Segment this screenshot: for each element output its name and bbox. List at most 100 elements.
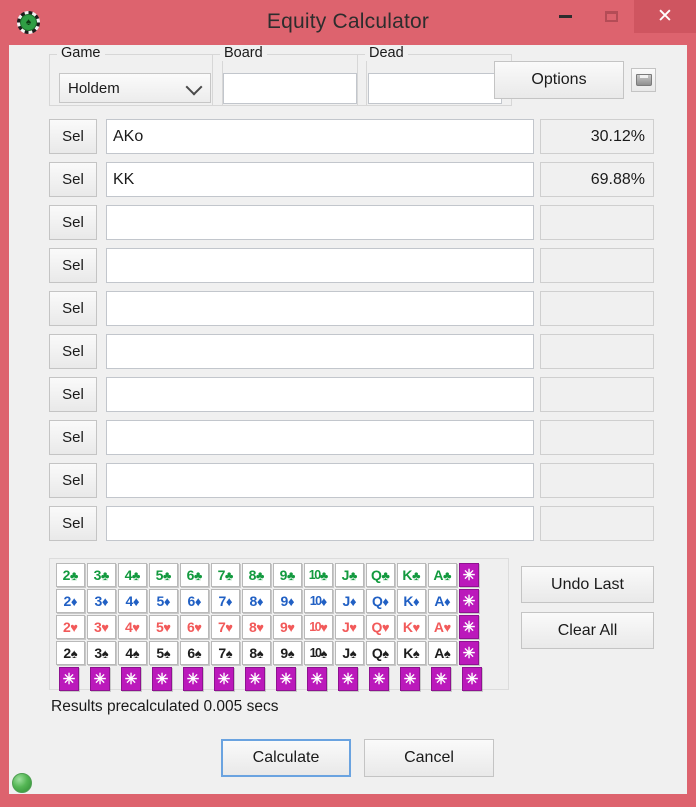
card-4-diamonds[interactable]: 4 ♦ (118, 589, 147, 613)
card-random-clubs[interactable]: ✳ (459, 563, 479, 587)
card-random-diamonds[interactable]: ✳ (459, 589, 479, 613)
sel-button[interactable]: Sel (49, 334, 97, 369)
card-random-slot[interactable]: ✳ (400, 667, 420, 691)
card-random-slot[interactable]: ✳ (338, 667, 358, 691)
card-random-slot[interactable]: ✳ (369, 667, 389, 691)
card-2-clubs[interactable]: 2 ♣ (56, 563, 85, 587)
card-random-slot[interactable]: ✳ (183, 667, 203, 691)
card-5-diamonds[interactable]: 5 ♦ (149, 589, 178, 613)
cancel-button[interactable]: Cancel (364, 739, 494, 777)
card-8-diamonds[interactable]: 8 ♦ (242, 589, 271, 613)
card-9-hearts[interactable]: 9 ♥ (273, 615, 302, 639)
card-Q-hearts[interactable]: Q ♥ (366, 615, 395, 639)
card-6-diamonds[interactable]: 6 ♦ (180, 589, 209, 613)
hand-input[interactable] (106, 377, 534, 412)
card-K-clubs[interactable]: K ♣ (397, 563, 426, 587)
card-9-diamonds[interactable]: 9 ♦ (273, 589, 302, 613)
card-random-slot[interactable]: ✳ (121, 667, 141, 691)
card-2-spades[interactable]: 2 ♠ (56, 641, 85, 665)
hand-input[interactable] (106, 334, 534, 369)
card-Q-clubs[interactable]: Q ♣ (366, 563, 395, 587)
card-7-clubs[interactable]: 7 ♣ (211, 563, 240, 587)
card-random-slot[interactable]: ✳ (307, 667, 327, 691)
card-K-diamonds[interactable]: K ♦ (397, 589, 426, 613)
hand-input[interactable] (106, 420, 534, 455)
sel-button[interactable]: Sel (49, 162, 97, 197)
card-J-clubs[interactable]: J ♣ (335, 563, 364, 587)
sel-button[interactable]: Sel (49, 420, 97, 455)
board-input[interactable] (223, 73, 357, 104)
card-random-spades[interactable]: ✳ (459, 641, 479, 665)
card-random-hearts[interactable]: ✳ (459, 615, 479, 639)
card-K-spades[interactable]: K ♠ (397, 641, 426, 665)
hand-input[interactable] (106, 119, 534, 154)
card-5-spades[interactable]: 5 ♠ (149, 641, 178, 665)
card-9-clubs[interactable]: 9 ♣ (273, 563, 302, 587)
card-3-clubs[interactable]: 3 ♣ (87, 563, 116, 587)
card-6-hearts[interactable]: 6 ♥ (180, 615, 209, 639)
card-4-spades[interactable]: 4 ♠ (118, 641, 147, 665)
clear-all-button[interactable]: Clear All (521, 612, 654, 649)
card-random-slot[interactable]: ✳ (59, 667, 79, 691)
sel-button[interactable]: Sel (49, 506, 97, 541)
sel-button[interactable]: Sel (49, 291, 97, 326)
card-9-spades[interactable]: 9 ♠ (273, 641, 302, 665)
card-6-clubs[interactable]: 6 ♣ (180, 563, 209, 587)
card-5-hearts[interactable]: 5 ♥ (149, 615, 178, 639)
card-random-slot[interactable]: ✳ (214, 667, 234, 691)
minimize-button[interactable] (543, 0, 588, 33)
card-Q-diamonds[interactable]: Q ♦ (366, 589, 395, 613)
card-J-hearts[interactable]: J ♥ (335, 615, 364, 639)
card-4-hearts[interactable]: 4 ♥ (118, 615, 147, 639)
game-select[interactable]: Holdem (59, 73, 211, 103)
card-Q-spades[interactable]: Q ♠ (366, 641, 395, 665)
card-10-spades[interactable]: 10 ♠ (304, 641, 333, 665)
card-4-clubs[interactable]: 4 ♣ (118, 563, 147, 587)
sel-button[interactable]: Sel (49, 463, 97, 498)
sel-button[interactable]: Sel (49, 205, 97, 240)
card-5-clubs[interactable]: 5 ♣ (149, 563, 178, 587)
hand-input[interactable] (106, 463, 534, 498)
maximize-button[interactable] (589, 0, 634, 33)
card-K-hearts[interactable]: K ♥ (397, 615, 426, 639)
card-10-clubs[interactable]: 10 ♣ (304, 563, 333, 587)
hand-input[interactable] (106, 248, 534, 283)
sel-button[interactable]: Sel (49, 377, 97, 412)
hand-input[interactable] (106, 291, 534, 326)
card-8-hearts[interactable]: 8 ♥ (242, 615, 271, 639)
card-7-diamonds[interactable]: 7 ♦ (211, 589, 240, 613)
card-6-spades[interactable]: 6 ♠ (180, 641, 209, 665)
card-10-diamonds[interactable]: 10 ♦ (304, 589, 333, 613)
card-A-hearts[interactable]: A ♥ (428, 615, 457, 639)
options-button[interactable]: Options (494, 61, 624, 99)
card-2-diamonds[interactable]: 2 ♦ (56, 589, 85, 613)
card-A-diamonds[interactable]: A ♦ (428, 589, 457, 613)
card-J-diamonds[interactable]: J ♦ (335, 589, 364, 613)
calculate-button[interactable]: Calculate (221, 739, 351, 777)
close-button[interactable]: ✕ (634, 0, 696, 33)
hand-input[interactable] (106, 162, 534, 197)
card-A-spades[interactable]: A ♠ (428, 641, 457, 665)
card-3-hearts[interactable]: 3 ♥ (87, 615, 116, 639)
card-random-slot[interactable]: ✳ (431, 667, 451, 691)
card-J-spades[interactable]: J ♠ (335, 641, 364, 665)
sel-button[interactable]: Sel (49, 119, 97, 154)
card-3-spades[interactable]: 3 ♠ (87, 641, 116, 665)
dead-input[interactable] (368, 73, 502, 104)
save-button[interactable] (631, 68, 656, 92)
card-8-spades[interactable]: 8 ♠ (242, 641, 271, 665)
card-10-hearts[interactable]: 10 ♥ (304, 615, 333, 639)
card-random-slot[interactable]: ✳ (462, 667, 482, 691)
card-random-slot[interactable]: ✳ (276, 667, 296, 691)
card-7-spades[interactable]: 7 ♠ (211, 641, 240, 665)
hand-input[interactable] (106, 205, 534, 240)
sel-button[interactable]: Sel (49, 248, 97, 283)
hand-input[interactable] (106, 506, 534, 541)
card-random-slot[interactable]: ✳ (90, 667, 110, 691)
card-3-diamonds[interactable]: 3 ♦ (87, 589, 116, 613)
card-2-hearts[interactable]: 2 ♥ (56, 615, 85, 639)
card-random-slot[interactable]: ✳ (152, 667, 172, 691)
card-7-hearts[interactable]: 7 ♥ (211, 615, 240, 639)
card-8-clubs[interactable]: 8 ♣ (242, 563, 271, 587)
card-A-clubs[interactable]: A ♣ (428, 563, 457, 587)
